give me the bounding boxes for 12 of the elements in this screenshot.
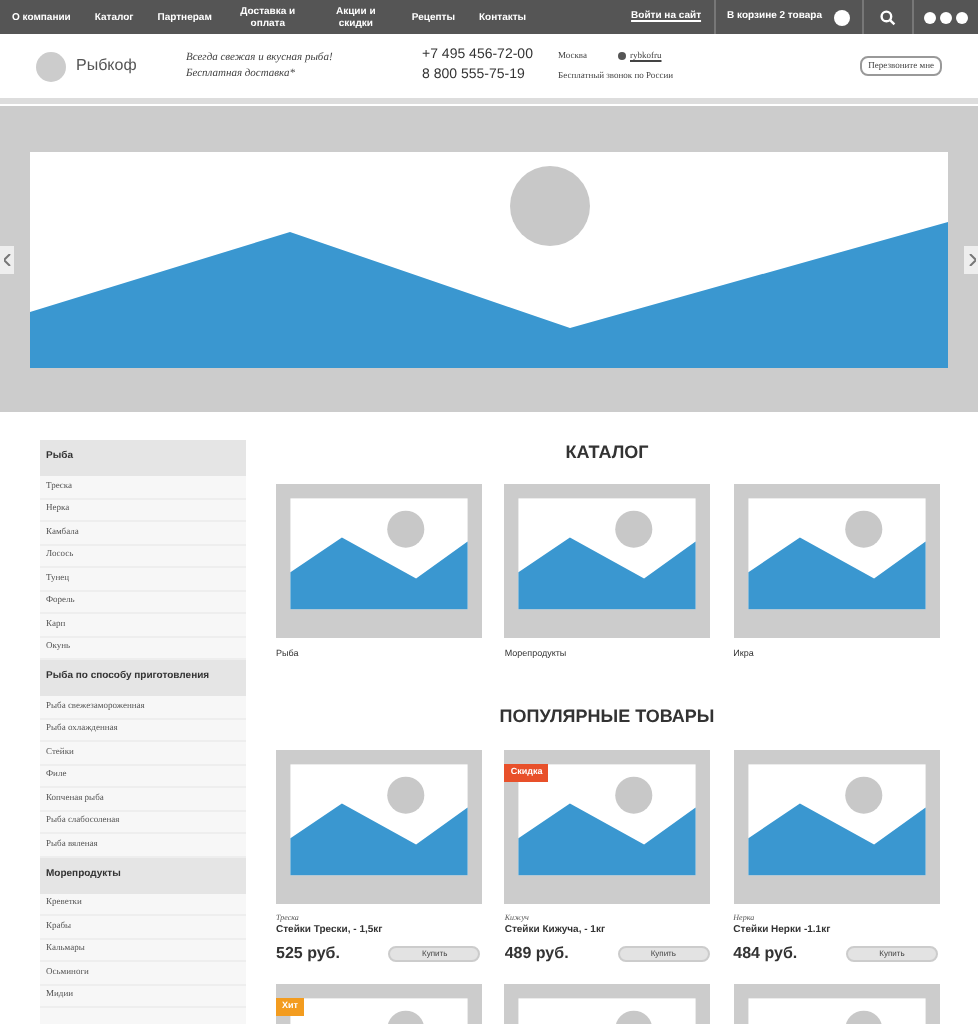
product-price: 484 руб. <box>733 942 798 967</box>
product-price: 489 руб. <box>504 942 569 967</box>
section-title: КАТАЛОГ <box>563 440 651 466</box>
logo-text: Рыбкоф <box>76 54 139 78</box>
chevron-left-icon <box>3 253 11 265</box>
section-title: ПОПУЛЯРНЫЕ ТОВАРЫ <box>497 704 717 731</box>
prev-arrow-button[interactable] <box>0 245 14 273</box>
search-icon[interactable] <box>880 9 896 25</box>
chevron-right-icon <box>967 253 975 265</box>
product-price: 525 руб. <box>276 942 340 967</box>
logo-icon <box>36 51 66 81</box>
next-arrow-button[interactable] <box>964 245 978 273</box>
